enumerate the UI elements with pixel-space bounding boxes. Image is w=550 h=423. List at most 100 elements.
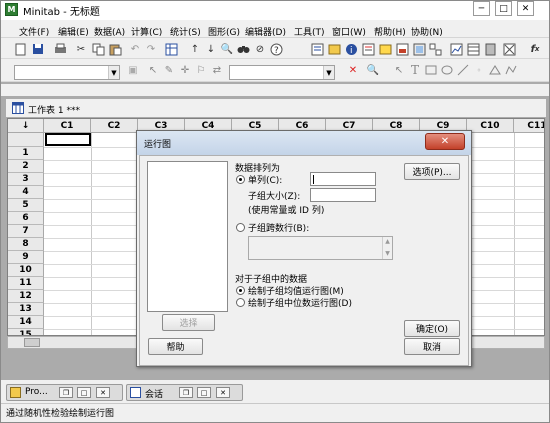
close-button[interactable]: ✕: [517, 1, 534, 16]
maximize-icon[interactable]: □: [77, 387, 91, 398]
zoom-icon[interactable]: 🔍: [366, 63, 380, 77]
single-column-field[interactable]: [310, 172, 376, 186]
dot-icon[interactable]: ◦: [472, 63, 486, 77]
calculator-icon[interactable]: [483, 42, 497, 56]
menu-editor[interactable]: 编辑器(D): [245, 25, 286, 38]
paste-icon[interactable]: [108, 42, 122, 56]
row-number[interactable]: 12: [8, 290, 44, 303]
menu-data[interactable]: 数据(A): [94, 25, 125, 38]
function-icon[interactable]: fx: [528, 42, 542, 56]
copy-icon[interactable]: [91, 42, 105, 56]
crosshair-icon[interactable]: ✛: [178, 63, 192, 77]
menu-stat[interactable]: 统计(S): [170, 25, 201, 38]
row-number[interactable]: 13: [8, 303, 44, 316]
report-pad-icon[interactable]: [395, 42, 409, 56]
brush-icon[interactable]: ✎: [162, 63, 176, 77]
menu-file[interactable]: 文件(F): [19, 25, 49, 38]
variables-listbox[interactable]: [147, 161, 228, 312]
scroll-up-icon[interactable]: ▲: [383, 237, 392, 246]
cancel-icon[interactable]: ⊘: [253, 42, 267, 56]
row-number[interactable]: 5: [8, 199, 44, 212]
arrow-down-icon[interactable]: ↓: [204, 42, 218, 56]
line-icon[interactable]: [456, 63, 470, 77]
graph-item-dropdown[interactable]: ▼: [14, 65, 120, 80]
scroll-down-icon[interactable]: ▼: [383, 249, 392, 258]
plot-means-radio[interactable]: [236, 286, 245, 295]
row-number[interactable]: 15: [8, 329, 44, 335]
close-icon[interactable]: ✕: [96, 387, 110, 398]
font-dropdown[interactable]: ▼: [229, 65, 335, 80]
dialog-close-button[interactable]: ✕: [425, 133, 465, 150]
maximize-icon[interactable]: □: [197, 387, 211, 398]
polygon-icon[interactable]: [488, 63, 502, 77]
save-icon[interactable]: [31, 42, 45, 56]
menu-edit[interactable]: 编辑(E): [58, 25, 89, 38]
row-number[interactable]: 1: [8, 147, 44, 160]
maximize-button[interactable]: □: [495, 1, 512, 16]
layout-icon[interactable]: [428, 42, 442, 56]
column-header[interactable]: C11: [514, 119, 544, 133]
menu-calc[interactable]: 计算(C): [131, 25, 162, 38]
restore-icon[interactable]: ❐: [59, 387, 73, 398]
undo-icon[interactable]: ↶: [128, 42, 142, 56]
minimize-button[interactable]: ─: [473, 1, 490, 16]
project-manager-icon[interactable]: [327, 42, 341, 56]
session-icon[interactable]: [310, 42, 324, 56]
ellipse-icon[interactable]: [440, 63, 454, 77]
menu-assistant[interactable]: 协助(N): [411, 25, 443, 38]
row-number[interactable]: 6: [8, 212, 44, 225]
cancel-button[interactable]: 取消: [404, 338, 460, 355]
row-number[interactable]: 10: [8, 264, 44, 277]
polyline-icon[interactable]: [504, 63, 518, 77]
close-icon[interactable]: ✕: [216, 387, 230, 398]
graph-folder-icon[interactable]: [378, 42, 392, 56]
binoculars-icon[interactable]: [236, 42, 250, 56]
column-header[interactable]: C2: [91, 119, 138, 133]
subgroups-across-rows-field[interactable]: ▲ ▼: [248, 236, 393, 260]
scrollbar[interactable]: ▲ ▼: [382, 237, 392, 259]
row-number[interactable]: 14: [8, 316, 44, 329]
row-number[interactable]: 4: [8, 186, 44, 199]
subgroup-size-field[interactable]: [310, 188, 376, 202]
subgroups-across-rows-radio[interactable]: [236, 223, 245, 232]
help-icon[interactable]: ?: [269, 42, 283, 56]
grid-corner[interactable]: ↓: [8, 119, 44, 133]
row-number[interactable]: 11: [8, 277, 44, 290]
menu-graph[interactable]: 图形(G): [208, 25, 240, 38]
column-header[interactable]: C10: [467, 119, 514, 133]
text-icon[interactable]: T: [408, 63, 422, 77]
history-icon[interactable]: [361, 42, 375, 56]
cut-icon[interactable]: ✂: [74, 42, 88, 56]
swap-icon[interactable]: ⇄: [210, 63, 224, 77]
edit-icon[interactable]: ▣: [126, 63, 140, 77]
print-icon[interactable]: [53, 42, 67, 56]
row-number[interactable]: 3: [8, 173, 44, 186]
arrow-icon[interactable]: ↖: [392, 63, 406, 77]
restore-icon[interactable]: ❐: [179, 387, 193, 398]
select-button[interactable]: 选择: [162, 314, 215, 331]
graph-window-icon[interactable]: [449, 42, 463, 56]
plot-medians-radio[interactable]: [236, 298, 245, 307]
column-header[interactable]: C1: [44, 119, 91, 133]
active-cell[interactable]: [45, 133, 91, 146]
redo-icon[interactable]: ↷: [144, 42, 158, 56]
options-button[interactable]: 选项(P)...: [404, 163, 460, 180]
scrollbar-thumb[interactable]: [24, 338, 40, 347]
select-arrow-icon[interactable]: ↖: [146, 63, 160, 77]
help-button[interactable]: 帮助: [148, 338, 203, 355]
close-edit-icon[interactable]: ✕: [346, 63, 360, 77]
flag-icon[interactable]: ⚐: [194, 63, 208, 77]
arrow-up-icon[interactable]: ↑: [188, 42, 202, 56]
single-column-radio[interactable]: [236, 175, 245, 184]
row-number[interactable]: 8: [8, 238, 44, 251]
worksheet-icon[interactable]: [164, 42, 178, 56]
ok-button[interactable]: 确定(O): [404, 320, 460, 337]
brush-grid-icon[interactable]: [466, 42, 480, 56]
session-minimized[interactable]: 会话 ❐ □ ✕: [126, 384, 243, 401]
delete-icon[interactable]: [502, 42, 516, 56]
info-icon[interactable]: i: [344, 42, 358, 56]
find-icon[interactable]: 🔍: [220, 42, 234, 56]
row-number[interactable]: 7: [8, 225, 44, 238]
new-icon[interactable]: [14, 42, 28, 56]
menu-tools[interactable]: 工具(T): [294, 25, 325, 38]
